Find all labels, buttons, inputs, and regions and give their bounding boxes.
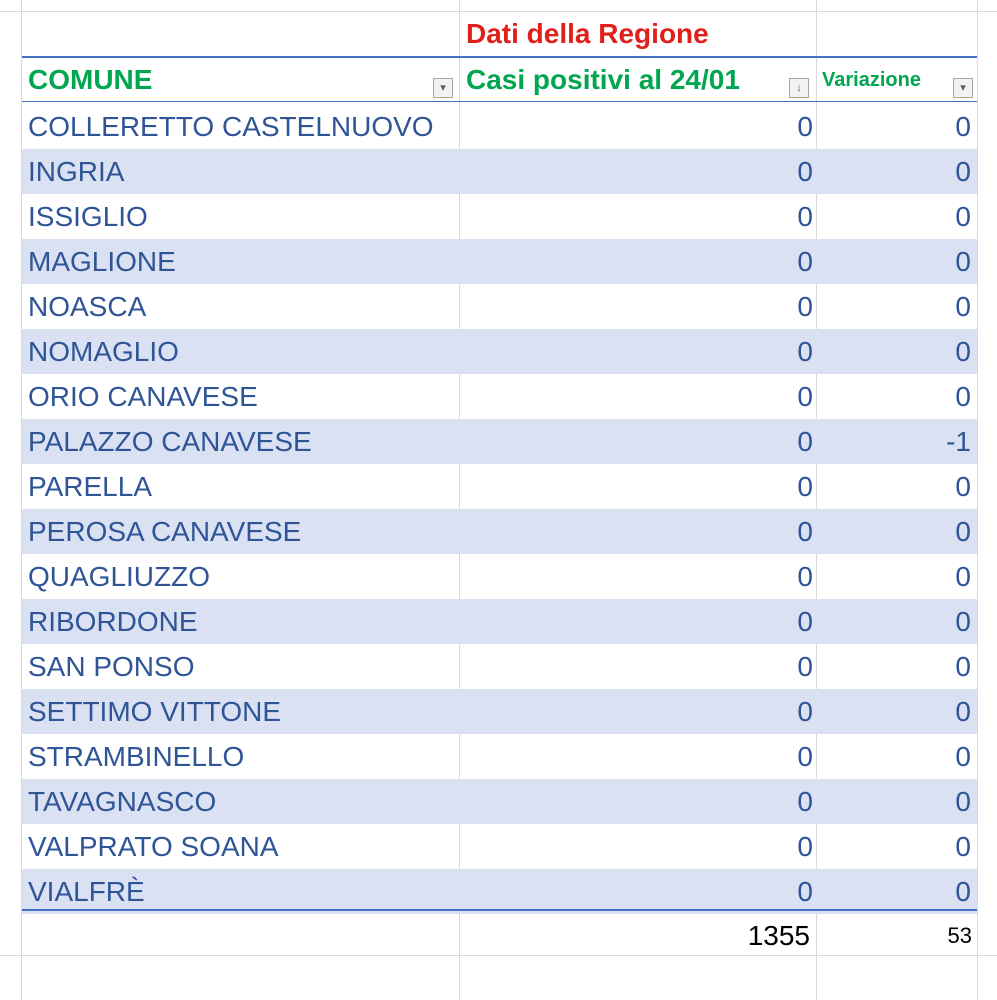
casi-positivi-cell[interactable]: 0: [797, 419, 813, 464]
table-row[interactable]: QUAGLIUZZO 0 0: [22, 554, 977, 599]
variazione-cell[interactable]: 0: [955, 284, 971, 329]
variazione-cell[interactable]: 0: [955, 824, 971, 869]
casi-positivi-cell[interactable]: 0: [797, 554, 813, 599]
table-row[interactable]: ORIO CANAVESE 0 0: [22, 374, 977, 419]
comune-cell[interactable]: VALPRATO SOANA: [28, 824, 279, 869]
region-title: Dati della Regione: [466, 18, 709, 49]
variazione-cell[interactable]: 0: [955, 689, 971, 734]
column-header-variazione[interactable]: Variazione: [822, 58, 921, 102]
comune-cell[interactable]: QUAGLIUZZO: [28, 554, 210, 599]
spreadsheet-grid: Dati della Regione COMUNE ▾ Casi positiv…: [0, 0, 997, 1000]
casi-positivi-cell[interactable]: 0: [797, 689, 813, 734]
variazione-cell[interactable]: 0: [955, 239, 971, 284]
table-header-bottom-border: [22, 101, 977, 102]
variazione-cell[interactable]: 0: [955, 599, 971, 644]
table-row[interactable]: SETTIMO VITTONE 0 0: [22, 689, 977, 734]
casi-positivi-cell[interactable]: 0: [797, 284, 813, 329]
table-row[interactable]: PALAZZO CANAVESE 0 -1: [22, 419, 977, 464]
casi-positivi-cell[interactable]: 0: [797, 824, 813, 869]
table-row[interactable]: VIALFRÈ 0 0: [22, 869, 977, 914]
casi-positivi-cell[interactable]: 0: [797, 779, 813, 824]
casi-positivi-cell[interactable]: 0: [797, 194, 813, 239]
comune-cell[interactable]: MAGLIONE: [28, 239, 176, 284]
comune-cell[interactable]: STRAMBINELLO: [28, 734, 244, 779]
table-row[interactable]: NOASCA 0 0: [22, 284, 977, 329]
comune-cell[interactable]: SAN PONSO: [28, 644, 194, 689]
variazione-cell[interactable]: 0: [955, 464, 971, 509]
total-casi-positivi[interactable]: 1355: [748, 914, 810, 958]
grid-line: [0, 955, 997, 956]
variazione-cell[interactable]: 0: [955, 734, 971, 779]
comune-cell[interactable]: RIBORDONE: [28, 599, 198, 644]
casi-positivi-cell[interactable]: 0: [797, 329, 813, 374]
variazione-cell[interactable]: 0: [955, 194, 971, 239]
table-row[interactable]: SAN PONSO 0 0: [22, 644, 977, 689]
total-variazione[interactable]: 53: [948, 914, 972, 958]
variazione-cell[interactable]: 0: [955, 509, 971, 554]
casi-positivi-cell[interactable]: 0: [797, 509, 813, 554]
dropdown-filter-icon[interactable]: ▾: [433, 78, 453, 98]
column-header-comune[interactable]: COMUNE: [28, 58, 152, 102]
casi-positivi-cell[interactable]: 0: [797, 239, 813, 284]
table-row[interactable]: TAVAGNASCO 0 0: [22, 779, 977, 824]
table-row[interactable]: ISSIGLIO 0 0: [22, 194, 977, 239]
variazione-cell[interactable]: 0: [955, 644, 971, 689]
casi-positivi-cell[interactable]: 0: [797, 374, 813, 419]
comune-cell[interactable]: VIALFRÈ: [28, 869, 145, 914]
variazione-cell[interactable]: 0: [955, 149, 971, 194]
table-row[interactable]: NOMAGLIO 0 0: [22, 329, 977, 374]
comune-cell[interactable]: SETTIMO VITTONE: [28, 689, 281, 734]
table-row[interactable]: RIBORDONE 0 0: [22, 599, 977, 644]
comune-cell[interactable]: ISSIGLIO: [28, 194, 148, 239]
comune-cell[interactable]: NOMAGLIO: [28, 329, 179, 374]
casi-positivi-cell[interactable]: 0: [797, 869, 813, 914]
comune-cell[interactable]: TAVAGNASCO: [28, 779, 216, 824]
casi-positivi-cell[interactable]: 0: [797, 104, 813, 149]
comune-cell[interactable]: ORIO CANAVESE: [28, 374, 258, 419]
table-row[interactable]: INGRIA 0 0: [22, 149, 977, 194]
casi-positivi-cell[interactable]: 0: [797, 599, 813, 644]
variazione-cell[interactable]: 0: [955, 779, 971, 824]
comune-cell[interactable]: INGRIA: [28, 149, 124, 194]
table-row[interactable]: COLLERETTO CASTELNUOVO 0 0: [22, 104, 977, 149]
dropdown-filter-icon[interactable]: ▾: [953, 78, 973, 98]
variazione-cell[interactable]: 0: [955, 329, 971, 374]
table-bottom-border: [22, 909, 977, 911]
comune-cell[interactable]: PEROSA CANAVESE: [28, 509, 301, 554]
variazione-cell[interactable]: 0: [955, 374, 971, 419]
comune-cell[interactable]: PALAZZO CANAVESE: [28, 419, 312, 464]
variazione-cell[interactable]: 0: [955, 869, 971, 914]
table-row[interactable]: STRAMBINELLO 0 0: [22, 734, 977, 779]
variazione-cell[interactable]: -1: [946, 419, 971, 464]
table-row[interactable]: PARELLA 0 0: [22, 464, 977, 509]
variazione-cell[interactable]: 0: [955, 104, 971, 149]
casi-positivi-cell[interactable]: 0: [797, 734, 813, 779]
variazione-cell[interactable]: 0: [955, 554, 971, 599]
table-row[interactable]: MAGLIONE 0 0: [22, 239, 977, 284]
comune-cell[interactable]: COLLERETTO CASTELNUOVO: [28, 104, 434, 149]
grid-line: [0, 11, 997, 12]
table-row[interactable]: VALPRATO SOANA 0 0: [22, 824, 977, 869]
column-header-casi-positivi[interactable]: Casi positivi al 24/01: [466, 58, 740, 102]
casi-positivi-cell[interactable]: 0: [797, 149, 813, 194]
sort-descending-filter-icon[interactable]: ↓: [789, 78, 809, 98]
table-row[interactable]: PEROSA CANAVESE 0 0: [22, 509, 977, 554]
comune-cell[interactable]: PARELLA: [28, 464, 152, 509]
casi-positivi-cell[interactable]: 0: [797, 464, 813, 509]
grid-line: [977, 0, 978, 1000]
comune-cell[interactable]: NOASCA: [28, 284, 146, 329]
casi-positivi-cell[interactable]: 0: [797, 644, 813, 689]
